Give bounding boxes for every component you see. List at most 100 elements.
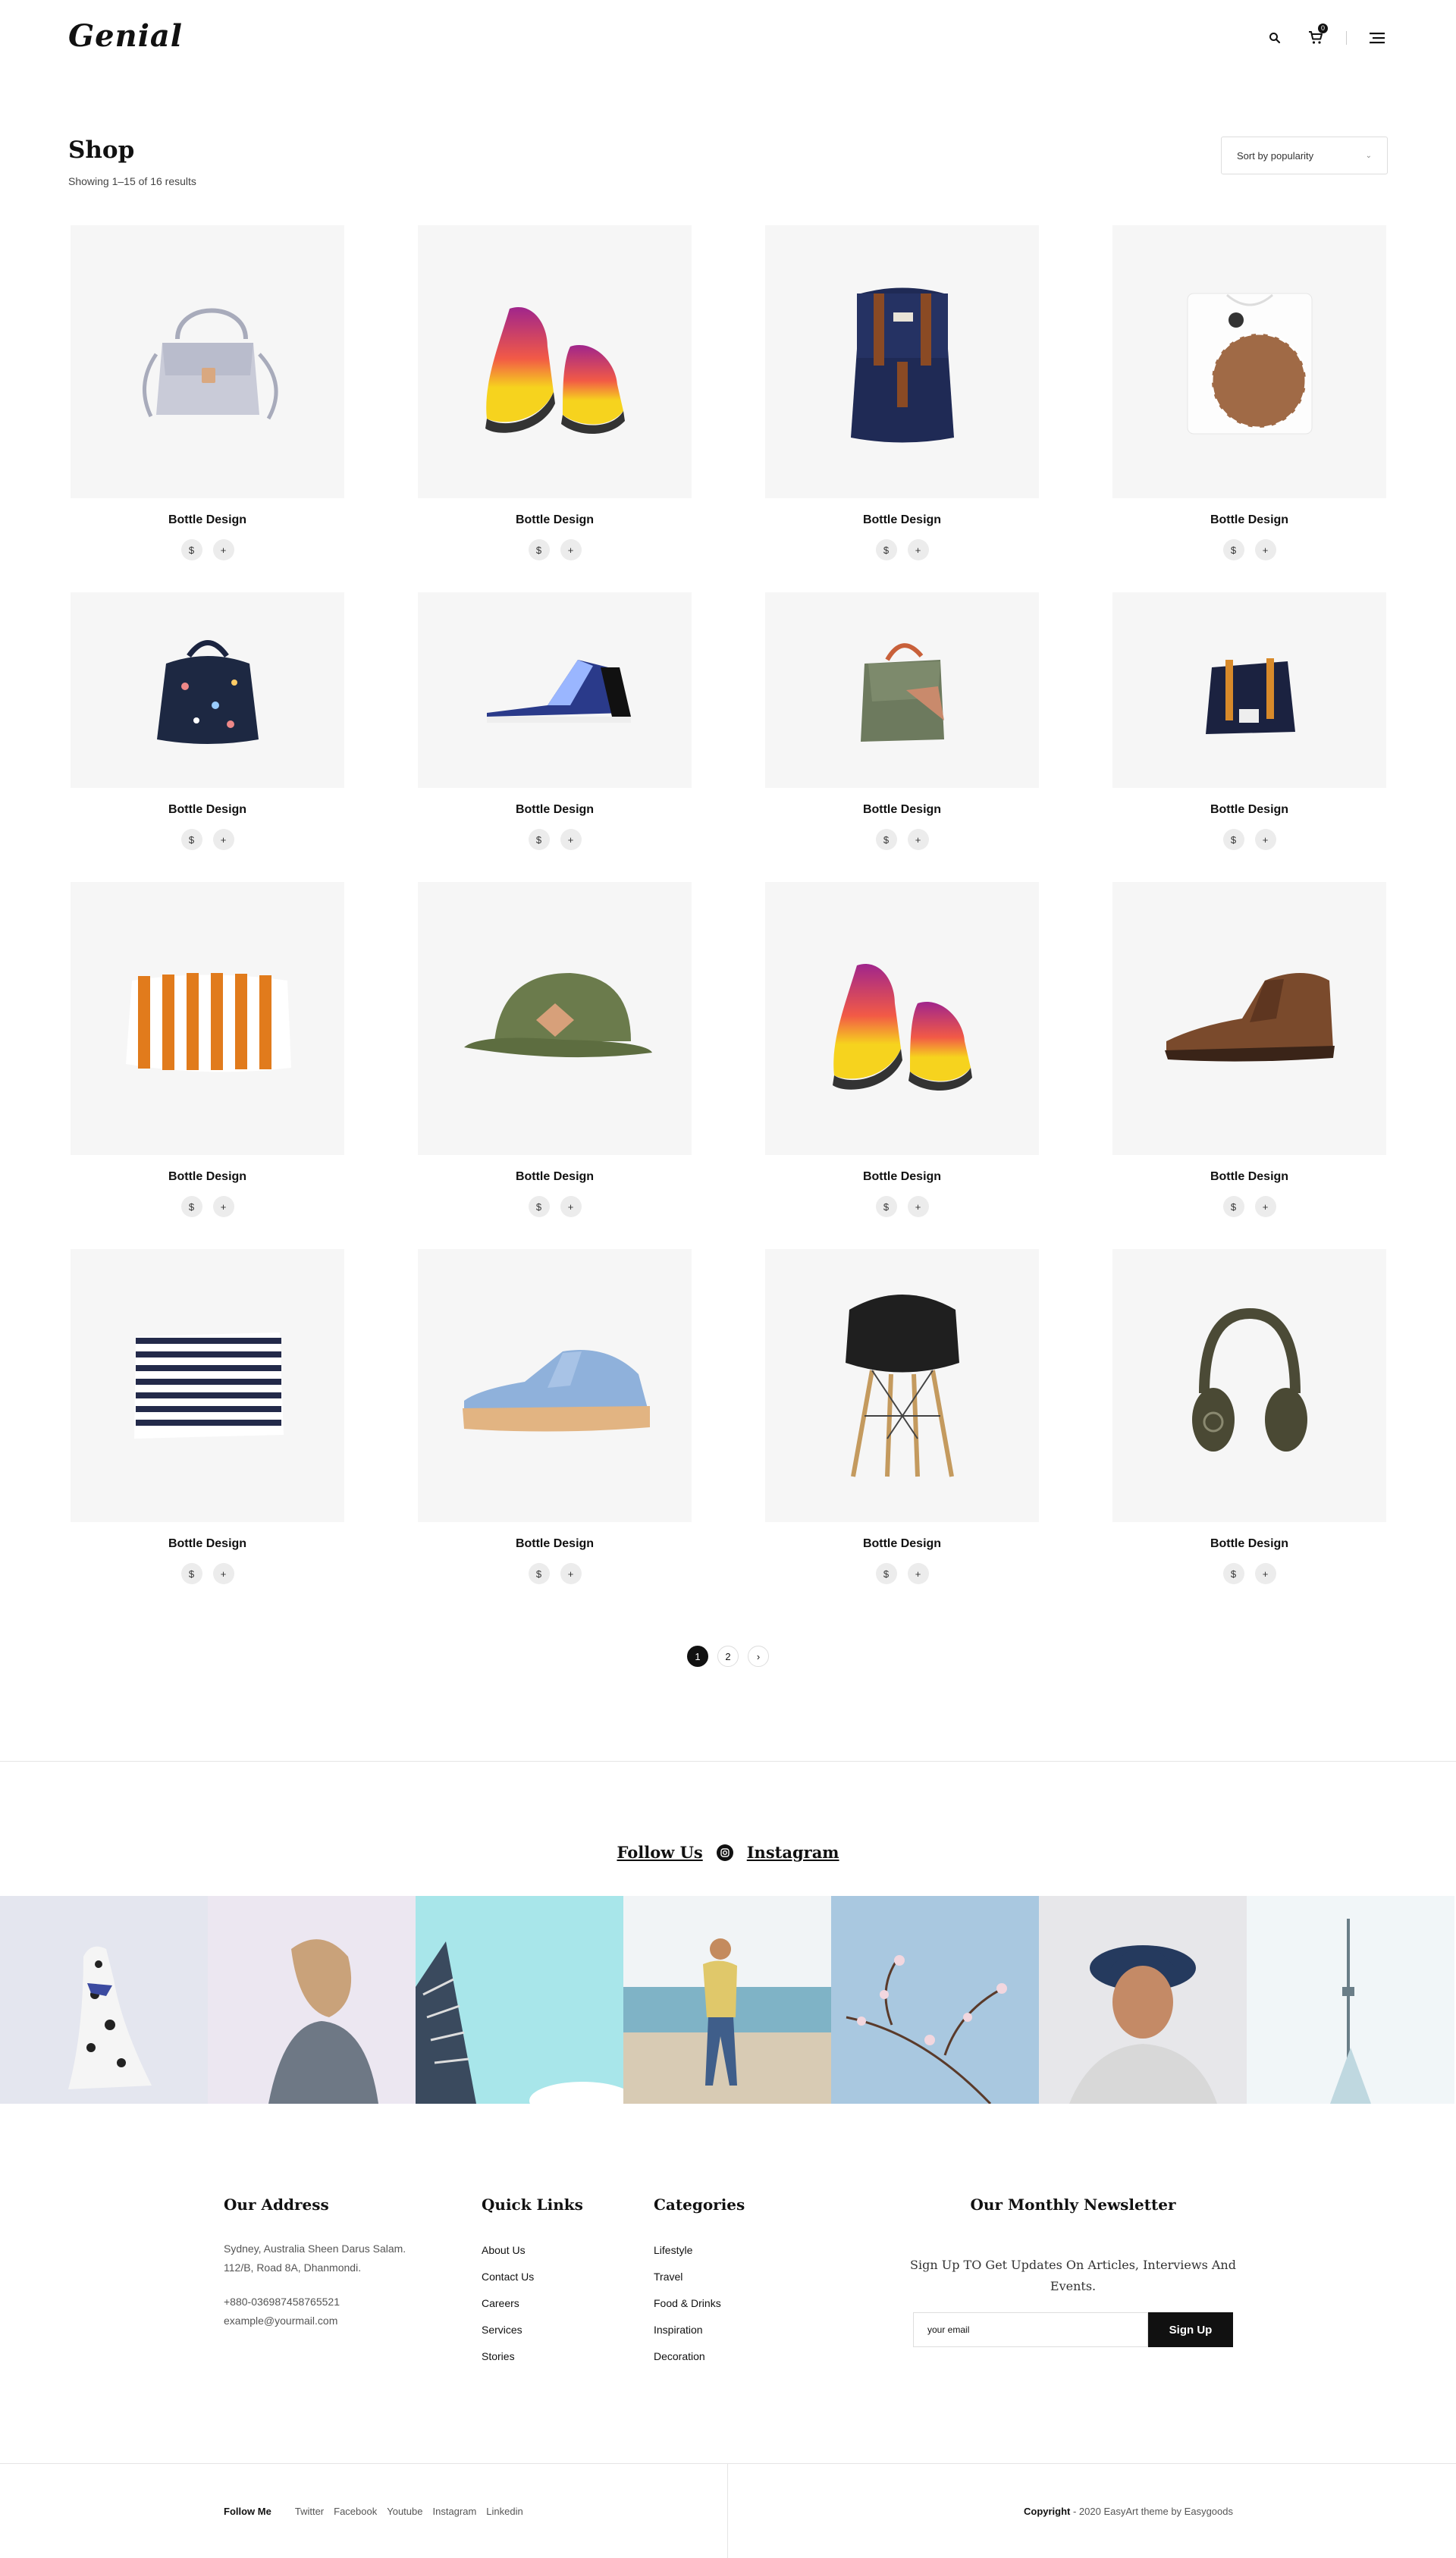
product-image-sneakers[interactable] (418, 225, 692, 498)
price-button[interactable]: $ (180, 1196, 202, 1217)
product-name[interactable]: Bottle Design (1210, 803, 1288, 818)
product-name[interactable]: Bottle Design (516, 513, 594, 529)
product-image-patterned-backpack[interactable] (71, 592, 344, 788)
add-to-cart-button[interactable]: + (1254, 829, 1276, 850)
product-image-green-bag[interactable] (765, 592, 1039, 788)
product-card[interactable]: Bottle Design $ + (71, 1249, 344, 1616)
instagram-photo-woman[interactable] (208, 1896, 416, 2104)
product-name[interactable]: Bottle Design (863, 803, 941, 818)
social-link-youtube[interactable]: Youtube (387, 2506, 422, 2517)
category-inspiration[interactable]: Inspiration (654, 2322, 745, 2349)
product-image-brown-shoe[interactable] (1112, 882, 1386, 1155)
add-to-cart-button[interactable]: + (560, 1563, 582, 1584)
product-name[interactable]: Bottle Design (1210, 1170, 1288, 1185)
product-card[interactable]: Bottle Design $ + (1112, 592, 1386, 882)
instagram-photo-building[interactable] (416, 1896, 623, 2104)
product-card[interactable]: Bottle Design $ + (765, 225, 1039, 592)
price-button[interactable]: $ (528, 829, 550, 850)
product-name[interactable]: Bottle Design (516, 803, 594, 818)
product-card[interactable]: Bottle Design $ + (765, 882, 1039, 1249)
social-link-linkedin[interactable]: Linkedin (486, 2506, 522, 2517)
page-1-button[interactable]: 1 (687, 1646, 708, 1667)
product-card[interactable]: Bottle Design $ + (71, 592, 344, 882)
product-card[interactable]: Bottle Design $ + (418, 882, 692, 1249)
product-image-striped-pouch[interactable] (71, 882, 344, 1155)
product-card[interactable]: Bottle Design $ + (71, 882, 344, 1249)
product-image-platform-sneaker[interactable] (418, 1249, 692, 1522)
add-to-cart-button[interactable]: + (560, 1196, 582, 1217)
price-button[interactable]: $ (875, 829, 897, 850)
follow-us-link[interactable]: Follow Us (617, 1843, 702, 1862)
menu-icon[interactable] (1367, 27, 1388, 49)
product-card[interactable]: Bottle Design $ + (418, 225, 692, 592)
add-to-cart-button[interactable]: + (212, 829, 234, 850)
cart-icon[interactable]: 0 (1305, 24, 1328, 49)
price-button[interactable]: $ (875, 1196, 897, 1217)
social-link-facebook[interactable]: Facebook (334, 2506, 377, 2517)
product-image-tote[interactable] (1112, 592, 1386, 788)
product-name[interactable]: Bottle Design (863, 1537, 941, 1552)
instagram-photo-tower[interactable] (1247, 1896, 1454, 2104)
product-name[interactable]: Bottle Design (863, 1170, 941, 1185)
add-to-cart-button[interactable]: + (560, 539, 582, 560)
quick-link-about[interactable]: About Us (482, 2243, 583, 2269)
product-card[interactable]: Bottle Design $ + (418, 1249, 692, 1616)
product-image-headphones[interactable] (1112, 1249, 1386, 1522)
quick-link-careers[interactable]: Careers (482, 2296, 583, 2322)
category-food-drinks[interactable]: Food & Drinks (654, 2296, 745, 2322)
product-name[interactable]: Bottle Design (168, 513, 246, 529)
newsletter-email-input[interactable] (913, 2312, 1148, 2347)
page-2-button[interactable]: 2 (717, 1646, 739, 1667)
product-image-backpack[interactable] (765, 225, 1039, 498)
category-travel[interactable]: Travel (654, 2269, 745, 2296)
product-card[interactable]: Bottle Design $ + (71, 225, 344, 592)
price-button[interactable]: $ (1222, 1563, 1244, 1584)
product-card[interactable]: Bottle Design $ + (1112, 225, 1386, 592)
product-name[interactable]: Bottle Design (1210, 1537, 1288, 1552)
product-card[interactable]: Bottle Design $ + (765, 592, 1039, 882)
next-page-button[interactable]: › (748, 1646, 769, 1667)
add-to-cart-button[interactable]: + (212, 1563, 234, 1584)
price-button[interactable]: $ (528, 539, 550, 560)
price-button[interactable]: $ (875, 539, 897, 560)
instagram-photo-beach[interactable] (623, 1896, 831, 2104)
product-card[interactable]: Bottle Design $ + (418, 592, 692, 882)
add-to-cart-button[interactable]: + (1254, 1196, 1276, 1217)
price-button[interactable]: $ (528, 1196, 550, 1217)
product-card[interactable]: Bottle Design $ + (1112, 882, 1386, 1249)
add-to-cart-button[interactable]: + (560, 829, 582, 850)
product-card[interactable]: Bottle Design $ + (765, 1249, 1039, 1616)
product-image-cap[interactable] (418, 882, 692, 1155)
product-image-striped-clutch[interactable] (71, 1249, 344, 1522)
price-button[interactable]: $ (180, 539, 202, 560)
price-button[interactable]: $ (1222, 1196, 1244, 1217)
product-name[interactable]: Bottle Design (168, 803, 246, 818)
social-link-twitter[interactable]: Twitter (295, 2506, 324, 2517)
price-button[interactable]: $ (528, 1563, 550, 1584)
social-link-instagram[interactable]: Instagram (432, 2506, 476, 2517)
instagram-photo-man-hat[interactable] (1039, 1896, 1247, 2104)
price-button[interactable]: $ (875, 1563, 897, 1584)
add-to-cart-button[interactable]: + (212, 539, 234, 560)
search-icon[interactable] (1264, 27, 1285, 49)
product-name[interactable]: Bottle Design (516, 1170, 594, 1185)
add-to-cart-button[interactable]: + (1254, 539, 1276, 560)
product-image-handbag[interactable] (71, 225, 344, 498)
add-to-cart-button[interactable]: + (907, 539, 929, 560)
add-to-cart-button[interactable]: + (212, 1196, 234, 1217)
category-lifestyle[interactable]: Lifestyle (654, 2243, 745, 2269)
product-image-tshirt[interactable] (1112, 225, 1386, 498)
product-name[interactable]: Bottle Design (168, 1537, 246, 1552)
quick-link-contact[interactable]: Contact Us (482, 2269, 583, 2296)
price-button[interactable]: $ (1222, 829, 1244, 850)
add-to-cart-button[interactable]: + (907, 1563, 929, 1584)
add-to-cart-button[interactable]: + (1254, 1563, 1276, 1584)
product-card[interactable]: Bottle Design $ + (1112, 1249, 1386, 1616)
instagram-photo-blossom[interactable] (831, 1896, 1039, 2104)
quick-link-services[interactable]: Services (482, 2322, 583, 2349)
product-name[interactable]: Bottle Design (1210, 513, 1288, 529)
sort-select[interactable]: Sort by popularity ⌄ (1221, 137, 1388, 174)
sign-up-button[interactable]: Sign Up (1148, 2312, 1233, 2347)
category-decoration[interactable]: Decoration (654, 2349, 745, 2375)
price-button[interactable]: $ (180, 1563, 202, 1584)
